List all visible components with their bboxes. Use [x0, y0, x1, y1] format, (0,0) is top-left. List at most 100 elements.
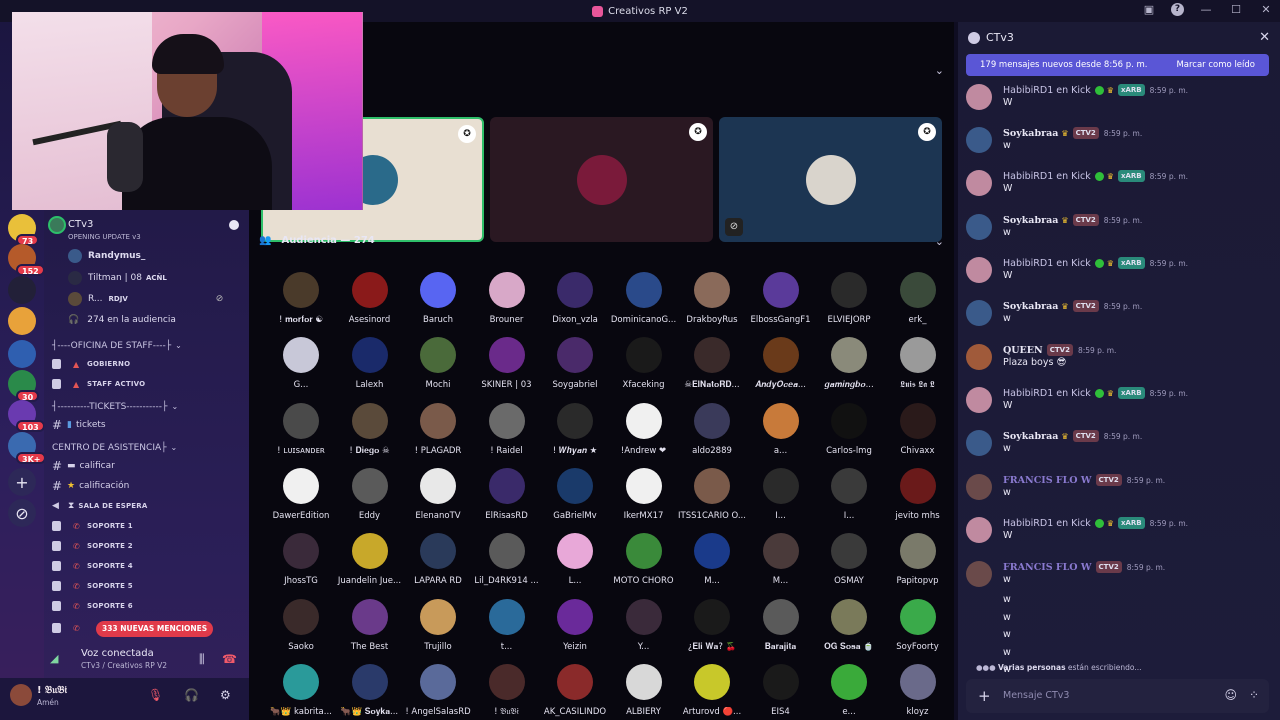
server-icon[interactable]	[8, 307, 36, 335]
server-icon[interactable]	[8, 340, 36, 368]
channel-soporte-5[interactable]: ✆ SOPORTE 5	[52, 577, 242, 595]
audience-member[interactable]: Papitopvp	[883, 533, 953, 593]
avatar[interactable]	[966, 84, 992, 110]
audience-member[interactable]: ElRisasRD	[472, 467, 542, 528]
avatar[interactable]	[966, 430, 992, 456]
audience-member[interactable]: DrakboyRus	[677, 272, 747, 332]
avatar[interactable]	[966, 300, 992, 326]
audience-member[interactable]: erk_	[883, 272, 953, 332]
author-name[interactable]: FRANCIS FLO W	[1003, 562, 1092, 573]
audience-member[interactable]: EIS4	[746, 663, 816, 720]
maximize-button[interactable]: ☐	[1228, 3, 1244, 16]
audience-member[interactable]: SKINER | 03	[472, 337, 542, 397]
chat-input[interactable]: + Mensaje CTv3 ☺ ⁘	[966, 679, 1269, 713]
audience-member[interactable]: Lil_D4RK914 ...	[472, 533, 542, 593]
chat-bubble-icon[interactable]	[229, 220, 239, 230]
audience-member[interactable]: 𝑨𝒏𝒅𝒚𝑶𝒄𝒆𝒂...	[746, 337, 816, 397]
audience-member[interactable]: Dixon_vzla	[540, 272, 610, 332]
audience-member[interactable]: I...	[746, 467, 816, 528]
audience-member[interactable]: aldo2889	[677, 402, 747, 463]
audience-member[interactable]: ! Raidel	[472, 402, 542, 463]
audience-member[interactable]: OSMAY	[814, 533, 884, 593]
audience-member[interactable]: AK_CASILINDO	[540, 663, 610, 720]
channel-hidden[interactable]: ✆	[52, 619, 92, 637]
category-tickets[interactable]: ┤----------TICKETS-----------├ ⌄	[52, 402, 178, 412]
audience-member[interactable]: ITSS1CARIO O...	[677, 467, 747, 528]
audience-member[interactable]: GaBrielMv	[540, 467, 610, 528]
audience-member[interactable]: Chivaxx	[883, 402, 953, 463]
inbox-icon[interactable]: ▣	[1141, 3, 1157, 16]
channel-soporte-6[interactable]: ✆ SOPORTE 6	[52, 597, 242, 615]
author-name[interactable]: 𝐒𝐨𝐲𝐤𝐚𝐛𝐫𝐚𝐚	[1003, 128, 1058, 139]
category-asistencia[interactable]: CENTRO DE ASISTENCIA├ ⌄	[52, 443, 177, 453]
gear-icon[interactable]: ⚙	[220, 688, 231, 702]
audience-member[interactable]: jevito mhs	[883, 467, 953, 528]
help-icon[interactable]: ?	[1171, 3, 1184, 16]
audience-member[interactable]: Trujillo	[403, 598, 473, 659]
audience-member[interactable]: Saoko	[266, 598, 336, 659]
audience-member[interactable]: Carlos-lmg	[814, 402, 884, 463]
author-name[interactable]: HabibiRD1 en Kick	[1003, 171, 1091, 182]
audience-member[interactable]: M...	[677, 533, 747, 593]
channel-sala-espera[interactable]: ◀ ⧗ SALA DE ESPERA	[52, 497, 242, 515]
headphones-icon[interactable]: 🎧	[184, 688, 199, 702]
audience-member[interactable]: ElenanoTV	[403, 467, 473, 528]
author-name[interactable]: HabibiRD1 en Kick	[1003, 388, 1091, 399]
channel-gobierno[interactable]: ▲ GOBIERNO	[52, 355, 242, 373]
channel-staff-activo[interactable]: ▲ STAFF ACTIVO	[52, 375, 242, 393]
author-name[interactable]: HabibiRD1 en Kick	[1003, 258, 1091, 269]
author-name[interactable]: 𝐒𝐨𝐲𝐤𝐚𝐛𝐫𝐚𝐚	[1003, 431, 1058, 442]
audience-member[interactable]: ALBIERY	[609, 663, 679, 720]
author-name[interactable]: 𝐐𝐔𝐄𝐄𝐍	[1003, 345, 1043, 356]
audience-member[interactable]: I...	[814, 467, 884, 528]
audience-member[interactable]: ELVIEJORP	[814, 272, 884, 332]
close-icon[interactable]: ✕	[1259, 30, 1270, 45]
audience-member[interactable]: Xfaceking	[609, 337, 679, 397]
audience-member[interactable]: ! 𝔅𝔲𝔅𝔦	[472, 663, 542, 720]
audience-member[interactable]: SoyFoorty	[883, 598, 953, 659]
audience-member[interactable]: 𝕷𝖚𝖎𝖘 𝕷𝖆 𝕷	[883, 337, 953, 397]
avatar[interactable]	[966, 170, 992, 196]
audience-member[interactable]: ! 𝐦𝐨𝐫𝐟𝐨𝐫 ☯	[266, 272, 336, 332]
audience-member[interactable]: M...	[746, 533, 816, 593]
audience-member[interactable]: LAPARA RD	[403, 533, 473, 593]
avatar[interactable]	[966, 387, 992, 413]
soundboard-icon[interactable]: ⫼	[199, 652, 205, 667]
plus-icon[interactable]: +	[978, 687, 991, 705]
emoji-icon[interactable]: ☺	[1224, 688, 1237, 702]
voice-channel-header[interactable]: CTv3 OPENING UPDATE v3	[44, 214, 249, 250]
audience-member[interactable]: !Andrew ❤	[609, 402, 679, 463]
avatar[interactable]	[966, 257, 992, 283]
speaker-tile[interactable]: ✪ ⊘	[719, 117, 942, 242]
voice-member[interactable]: R... RDJV ⊘	[68, 290, 223, 308]
explore-icon[interactable]: ⊘	[8, 499, 36, 527]
audience-member[interactable]: Mochi	[403, 337, 473, 397]
author-name[interactable]: HabibiRD1 en Kick	[1003, 518, 1091, 529]
audience-member[interactable]: ! PLAGADR	[403, 402, 473, 463]
channel-calificacion[interactable]: # ★ calificación	[52, 477, 242, 495]
audience-member[interactable]: kloyz	[883, 663, 953, 720]
voice-status-sub[interactable]: CTv3 / Creativos RP V2	[81, 661, 167, 670]
apps-icon[interactable]: ⁘	[1249, 688, 1259, 702]
audience-member[interactable]: JhossTG	[266, 533, 336, 593]
audience-member[interactable]: 🐂👑 kabrita...	[266, 663, 336, 720]
audience-member[interactable]: Yeizin	[540, 598, 610, 659]
avatar[interactable]	[966, 214, 992, 240]
author-name[interactable]: HabibiRD1 en Kick	[1003, 85, 1091, 96]
audience-member[interactable]: Brouner	[472, 272, 542, 332]
voice-member[interactable]: Randymus_	[68, 247, 145, 265]
avatar[interactable]	[966, 561, 992, 587]
audience-member[interactable]: Lalexh	[335, 337, 405, 397]
author-name[interactable]: 𝐒𝐨𝐲𝐤𝐚𝐛𝐫𝐚𝐚	[1003, 215, 1058, 226]
audience-member[interactable]: 𝐎𝐆 𝐒𝐨𝐬𝐚 🍵	[814, 598, 884, 659]
audience-member[interactable]: Soygabriel	[540, 337, 610, 397]
avatar[interactable]	[10, 684, 32, 706]
audience-member[interactable]: ! 𝐃𝐢𝐞𝐠𝐨 ☠	[335, 402, 405, 463]
audience-member[interactable]: Arturovd 🔴...	[677, 663, 747, 720]
audience-member[interactable]: DawerEdition	[266, 467, 336, 528]
channel-calificar[interactable]: # ▬ calificar	[52, 457, 242, 475]
audience-member[interactable]: 𝒈𝒂𝒎𝒊𝒏𝒈𝒃𝒐...	[814, 337, 884, 397]
add-server-button[interactable]: +	[8, 468, 36, 496]
audience-member[interactable]: 𝐁𝐚𝐫𝐚𝐣𝐢𝐭𝐚	[746, 598, 816, 659]
audience-member[interactable]: ElbossGangF1	[746, 272, 816, 332]
